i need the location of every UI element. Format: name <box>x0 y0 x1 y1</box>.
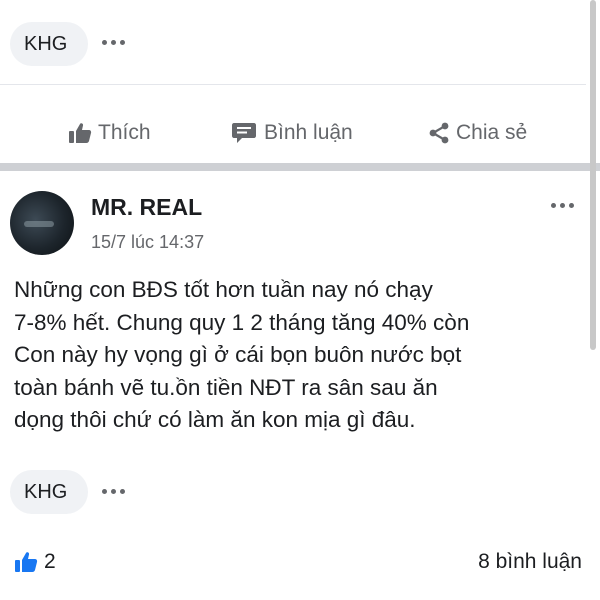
divider <box>0 84 586 85</box>
more-options-icon[interactable] <box>102 489 125 494</box>
section-separator <box>0 163 600 171</box>
reply-chip-bottom[interactable]: KHG <box>10 470 88 514</box>
like-button[interactable]: Thích <box>68 116 151 150</box>
post-body-line: dọng thôi chứ có làm ăn kon mịa gì đâu. <box>14 407 416 432</box>
more-options-icon[interactable] <box>551 203 574 208</box>
reply-chip-label: KHG <box>24 480 68 503</box>
like-label: Thích <box>98 121 151 144</box>
post-body-line: 7-8% hết. Chung quy 1 2 tháng tăng 40% c… <box>14 309 470 335</box>
post-timestamp[interactable]: 15/7 lúc 14:37 <box>91 232 204 253</box>
share-label: Chia sẻ <box>456 121 528 144</box>
more-options-icon[interactable] <box>102 40 125 45</box>
avatar[interactable] <box>10 191 74 255</box>
comment-button[interactable]: Bình luận <box>232 116 353 150</box>
author-name[interactable]: MR. REAL <box>91 194 202 221</box>
reply-chip-label: KHG <box>24 32 68 55</box>
share-icon <box>429 122 449 144</box>
share-button[interactable]: Chia sẻ <box>428 116 527 150</box>
comment-count[interactable]: 8 bình luận <box>478 550 582 574</box>
post-body-line: toàn bánh vẽ tu.ồn tiền NĐT ra sân sau ă… <box>14 374 438 400</box>
scrollbar[interactable] <box>590 0 596 350</box>
reply-chip-top[interactable]: KHG <box>10 22 88 66</box>
post-body: Những con BĐS tốt hơn tuần nay nó chạy 7… <box>14 274 584 437</box>
post-body-line: Những con BĐS tốt hơn tuần nay nó chạy <box>14 277 433 302</box>
reaction-summary[interactable]: 2 <box>14 550 56 574</box>
comment-icon <box>232 123 256 143</box>
post-body-line: Con này hy vọng gì ở cái bọn buôn nước b… <box>14 342 462 367</box>
thumbs-up-icon <box>15 552 38 572</box>
like-count: 2 <box>44 550 56 573</box>
comment-label: Bình luận <box>264 121 353 144</box>
thumbs-up-icon <box>69 123 92 143</box>
